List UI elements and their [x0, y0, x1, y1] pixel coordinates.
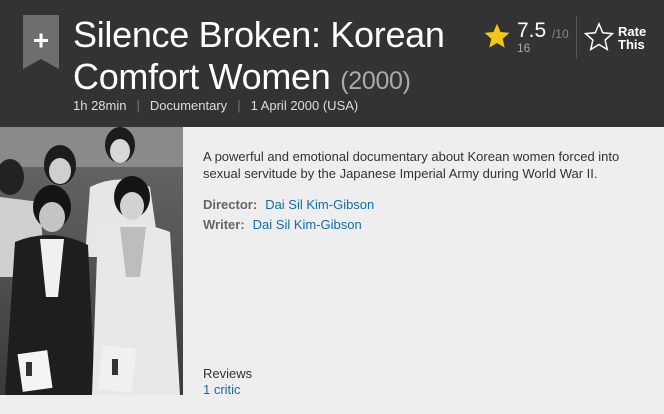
director-credit: Director: Dai Sil Kim-Gibson [203, 196, 653, 213]
star-outline-icon [584, 22, 614, 52]
writer-link[interactable]: Dai Sil Kim-Gibson [253, 217, 362, 232]
star-icon [484, 23, 510, 48]
runtime: 1h 28min [73, 98, 127, 113]
plot-summary: A powerful and emotional documentary abo… [203, 149, 620, 181]
poster-image[interactable] [0, 127, 183, 395]
writer-credit: Writer: Dai Sil Kim-Gibson [203, 216, 653, 233]
rating-summary: 7.5 /10 16 [483, 19, 573, 59]
plot-content: A powerful and emotional documentary abo… [203, 148, 653, 233]
title-year: (2000) [340, 67, 411, 95]
reviews-label: Reviews [203, 366, 253, 381]
watchlist-ribbon-icon [23, 15, 59, 69]
title-bar: Silence Broken: Korean Comfort Women (20… [0, 0, 664, 127]
rating-count[interactable]: 16 [517, 41, 530, 55]
rating-value: 7.5 [517, 19, 547, 42]
divider [576, 16, 577, 59]
director-link[interactable]: Dai Sil Kim-Gibson [265, 197, 374, 212]
reviews-section: Reviews 1 critic [203, 366, 252, 398]
writer-label: Writer: [203, 217, 245, 232]
separator: | [237, 98, 241, 113]
page-title: Silence Broken: Korean Comfort Women (20… [73, 14, 473, 102]
critic-reviews-link[interactable]: 1 critic [203, 382, 252, 398]
release-date-link[interactable]: 1 April 2000 (USA) [251, 98, 359, 113]
genre-link[interactable]: Documentary [150, 98, 227, 113]
rating-max: /10 [552, 27, 569, 41]
rate-this-button[interactable]: Rate This [584, 20, 656, 60]
separator: | [136, 98, 140, 113]
title-block: Silence Broken: Korean Comfort Women (20… [73, 14, 473, 102]
add-to-watchlist-button[interactable] [23, 15, 59, 69]
title-subtext: 1h 28min | Documentary | 1 April 2000 (USA) [73, 98, 358, 114]
director-label: Director: [203, 197, 258, 212]
poster-photo [0, 127, 183, 395]
rate-this-label: Rate This [618, 25, 646, 51]
rate-label-line2: This [618, 37, 645, 52]
